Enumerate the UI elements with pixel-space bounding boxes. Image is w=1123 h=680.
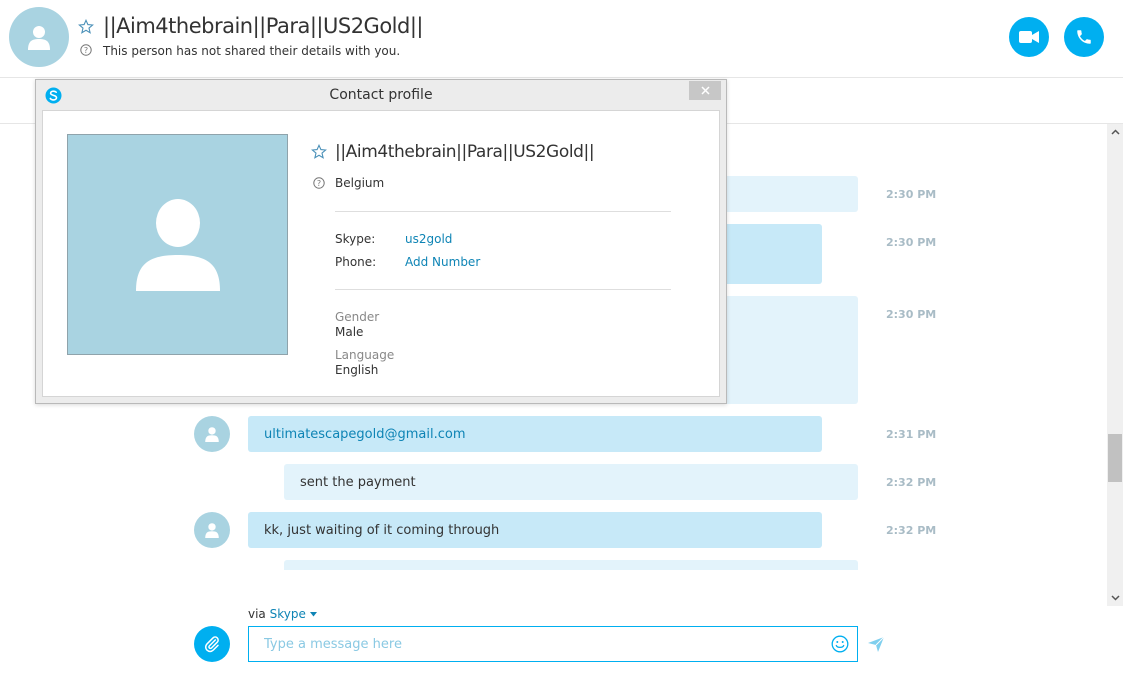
profile-name: ||Aim4thebrain||Para||US2Gold|| [335,142,595,162]
favorite-star-icon[interactable] [311,144,327,160]
message-time: 2:30 PM [886,308,937,321]
send-icon[interactable] [867,635,885,653]
emoji-icon[interactable] [831,635,849,653]
svg-text:?: ? [84,46,88,55]
message-bubble-outgoing-partial[interactable] [284,560,858,570]
person-icon [135,198,220,291]
video-camera-icon [1019,31,1039,43]
chevron-down-icon [1110,595,1120,601]
message-bubble-outgoing[interactable]: sent the payment [284,464,858,500]
scroll-down-button[interactable] [1107,590,1123,606]
via-service-label: Skype [269,607,306,621]
message-time: 2:30 PM [886,236,937,249]
scroll-up-button[interactable] [1107,124,1123,140]
divider [335,211,671,212]
message-time: 2:32 PM [886,524,937,537]
scrollbar-thumb[interactable] [1108,434,1122,482]
message-sender-avatar[interactable] [194,512,230,548]
message-bubble-incoming[interactable]: kk, just waiting of it coming through [248,512,822,548]
paperclip-icon [204,636,219,653]
skype-username-link[interactable]: us2gold [405,232,452,246]
add-number-link[interactable]: Add Number [405,255,480,269]
via-selector: via Skype [248,607,317,621]
profile-location: Belgium [335,176,385,190]
gender-value: Male [335,325,364,339]
svg-text:?: ? [317,179,321,188]
contact-profile-dialog: Contact profile ||Aim4thebrain||Para||US… [35,79,727,404]
message-sender-avatar[interactable] [194,416,230,452]
question-icon: ? [313,177,325,189]
chevron-up-icon [1110,129,1120,135]
contact-name[interactable]: ||Aim4thebrain||Para||US2Gold|| [103,14,424,38]
profile-picture [67,134,288,355]
message-time: 2:32 PM [886,476,937,489]
divider [335,289,671,290]
message-composer [248,626,858,662]
skype-label: Skype: [335,232,376,246]
conversation-header: ||Aim4thebrain||Para||US2Gold|| ? This p… [0,0,1123,78]
message-scrollbar[interactable] [1107,124,1123,606]
message-bubble-email-link[interactable]: ultimatescapegold@gmail.com [248,416,822,452]
phone-icon [1077,30,1091,44]
message-time: 2:31 PM [886,428,937,441]
audio-call-button[interactable] [1064,17,1104,57]
via-service-dropdown[interactable]: Skype [270,607,317,621]
person-icon [205,523,219,538]
dialog-titlebar[interactable]: Contact profile [36,80,726,110]
dialog-title: Contact profile [329,87,433,103]
person-icon [28,26,50,50]
message-time: 2:30 PM [886,188,937,201]
video-call-button[interactable] [1009,17,1049,57]
via-label: via [248,607,266,621]
language-label: Language [335,348,395,362]
phone-label: Phone: [335,255,377,269]
question-icon: ? [80,44,92,56]
language-value: English [335,363,379,377]
dialog-close-button[interactable] [689,81,721,100]
gender-label: Gender [335,310,380,324]
person-icon [205,427,219,442]
dialog-body: ||Aim4thebrain||Para||US2Gold|| ? Belgiu… [42,110,720,397]
message-input[interactable] [249,627,819,661]
favorite-star-icon[interactable] [78,19,94,35]
close-icon [700,86,710,95]
caret-down-icon [309,612,317,617]
attach-file-button[interactable] [194,626,230,662]
contact-avatar[interactable] [9,7,69,67]
contact-status-text: This person has not shared their details… [103,44,401,58]
